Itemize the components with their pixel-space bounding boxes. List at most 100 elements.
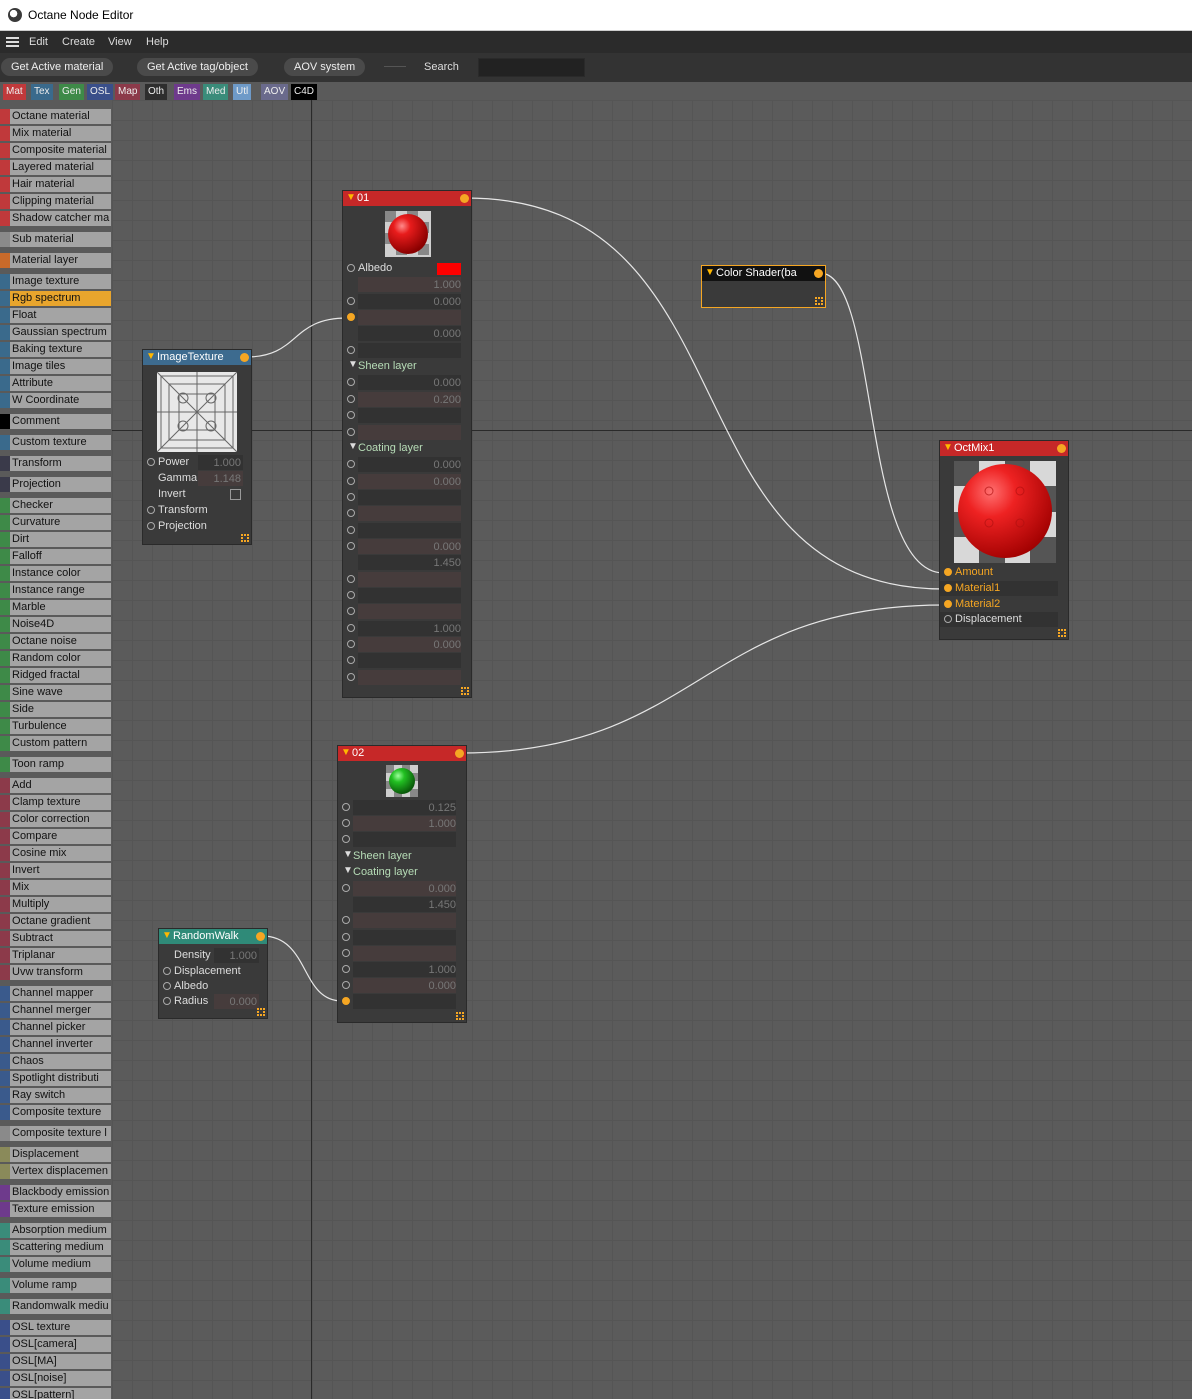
category-tab-aov[interactable]: AOV [261,84,289,100]
sidebar-item-absorption-medium[interactable]: Absorption medium [0,1223,111,1238]
color-shader-node[interactable]: ▼ Color Shader(ba [701,265,826,308]
input-pin[interactable] [944,615,952,623]
sidebar-item-compare[interactable]: Compare [0,829,111,844]
param-power[interactable]: Power 1.000 [143,455,251,470]
sidebar-item-projection[interactable]: Projection [0,477,111,492]
param-coating-layer[interactable]: ▼ Coating layer [338,865,466,880]
sidebar-item-custom-texture[interactable]: Custom texture [0,435,111,450]
sidebar-item-randomwalk-mediu[interactable]: Randomwalk mediu [0,1299,111,1314]
material-01-node[interactable]: ▼ 01 AlbedoSpecular1.000Metallic0.000Rou… [342,190,472,698]
input-pin[interactable] [347,394,355,403]
sidebar-item-shadow-catcher-ma[interactable]: Shadow catcher ma [0,211,111,226]
sidebar-item-float[interactable]: Float [0,308,111,323]
param-bump[interactable]: Bump [343,571,471,587]
input-pin[interactable] [342,803,350,811]
node-canvas[interactable] [112,100,1192,1399]
node-header[interactable]: ▼ RandomWalk [159,929,267,944]
node-header[interactable]: ▼ OctMix1 [940,441,1068,456]
param-material1[interactable]: Material1 [940,581,1058,596]
input-pin[interactable] [342,835,350,844]
sidebar-item-rgb-spectrum[interactable]: Rgb spectrum [0,291,111,306]
sidebar-item-instance-color[interactable]: Instance color [0,566,111,581]
sidebar-item-falloff[interactable]: Falloff [0,549,111,564]
node-header[interactable]: ▼ Color Shader(ba [702,266,825,281]
sidebar-item-octane-material[interactable]: Octane material [0,109,111,124]
randomwalk-node[interactable]: ▼ RandomWalk Density 1.000 Displacement A… [158,928,268,1019]
sidebar-item-toon-ramp[interactable]: Toon ramp [0,757,111,772]
sidebar-item-sub-material[interactable]: Sub material [0,232,111,247]
octmix-node[interactable]: ▼ OctMix1 Amount Material1 Material2 Dis… [939,440,1069,640]
param-displacement[interactable]: Displacement [159,964,267,979]
input-pin[interactable] [347,509,355,518]
material-02-node[interactable]: ▼ 02 Roughness0.125Reflection1.000Rotati… [337,745,467,1023]
input-pin[interactable] [147,522,155,530]
sidebar-item-layered-material[interactable]: Layered material [0,160,111,175]
collapse-triangle-icon[interactable]: ▼ [346,192,356,203]
category-tab-c4d[interactable]: C4D [291,84,318,100]
input-pin[interactable] [163,967,171,975]
param-coating-normal[interactable]: Coating normal [343,506,471,522]
param-displacement[interactable]: Displacement [338,945,466,961]
input-pin[interactable] [347,264,355,272]
albedo-color-swatch[interactable] [437,263,461,275]
sidebar-item-spotlight-distributi[interactable]: Spotlight distributi [0,1071,111,1086]
sidebar-item-multiply[interactable]: Multiply [0,897,111,912]
param-projection[interactable]: Projection [143,519,251,534]
group-expand-icon[interactable]: ▼ [348,441,358,452]
sidebar-item-clipping-material[interactable]: Clipping material [0,194,111,209]
param-radius[interactable]: Radius 0.000 [159,994,267,1009]
param-anisotropy[interactable]: Anisotropy0.000 [343,326,471,342]
input-pin[interactable] [147,458,155,466]
param-invert[interactable]: Invert [143,487,251,502]
input-pin[interactable] [347,313,355,322]
sidebar-item-ray-switch[interactable]: Ray switch [0,1088,111,1103]
param-film-index[interactable]: Film index1.450 [338,897,466,913]
param-normal[interactable]: Normal [343,588,471,603]
sidebar-item-sine-wave[interactable]: Sine wave [0,685,111,700]
input-pin[interactable] [342,948,350,957]
sidebar-item-octane-gradient[interactable]: Octane gradient [0,914,111,929]
param-emission[interactable]: Emission [343,653,471,669]
resize-handle-icon[interactable] [461,687,469,695]
output-pin[interactable] [460,194,469,203]
sidebar-item-displacement[interactable]: Displacement [0,1147,111,1162]
input-pin[interactable] [163,982,171,990]
input-pin[interactable] [163,997,171,1005]
category-tab-med[interactable]: Med [203,84,229,100]
param-coating-roughness[interactable]: Coating roughne...0.000 [343,473,471,489]
sidebar-item-clamp-texture[interactable]: Clamp texture [0,795,111,810]
input-pin[interactable] [347,492,355,501]
param-displacement[interactable]: Displacement [940,612,1058,627]
node-header[interactable]: ▼ ImageTexture [143,350,251,365]
input-pin[interactable] [347,656,355,665]
input-pin-connected[interactable] [944,584,952,592]
param-sheen-layer[interactable]: ▼ Sheen layer [338,849,466,864]
sidebar-item-composite-texture-l[interactable]: Composite texture l [0,1126,111,1141]
sidebar-item-blackbody-emission[interactable]: Blackbody emission [0,1185,111,1200]
sidebar-item-ridged-fractal[interactable]: Ridged fractal [0,668,111,683]
param-rotation[interactable]: Rotation [343,342,471,358]
invert-checkbox[interactable] [230,489,241,500]
input-pin[interactable] [347,591,355,599]
group-expand-icon[interactable]: ▼ [343,849,353,860]
param-sheen-normal[interactable]: Sheen normal [343,424,471,440]
collapse-triangle-icon[interactable]: ▼ [146,351,156,362]
sidebar-item-transform[interactable]: Transform [0,456,111,471]
sidebar-item-scattering-medium[interactable]: Scattering medium [0,1240,111,1255]
output-pin[interactable] [814,269,823,278]
sidebar-item-osl-texture[interactable]: OSL texture [0,1320,111,1335]
param-rotation[interactable]: Rotation [338,832,466,848]
param-film-index[interactable]: Film index1.450 [343,555,471,571]
input-pin[interactable] [347,607,355,616]
input-pin-connected[interactable] [944,568,952,576]
sidebar-item-osl-camera[interactable]: OSL[camera] [0,1337,111,1352]
param-sheen-bump[interactable]: Sheen bump [343,408,471,424]
output-pin[interactable] [1057,444,1066,453]
input-pin[interactable] [347,574,355,583]
sidebar-item-material-layer[interactable]: Material layer [0,253,111,268]
param-roughness[interactable]: Roughness [343,310,471,326]
output-pin[interactable] [240,353,249,362]
sidebar-item-dirt[interactable]: Dirt [0,532,111,547]
input-pin[interactable] [347,427,355,436]
resize-handle-icon[interactable] [815,297,823,305]
